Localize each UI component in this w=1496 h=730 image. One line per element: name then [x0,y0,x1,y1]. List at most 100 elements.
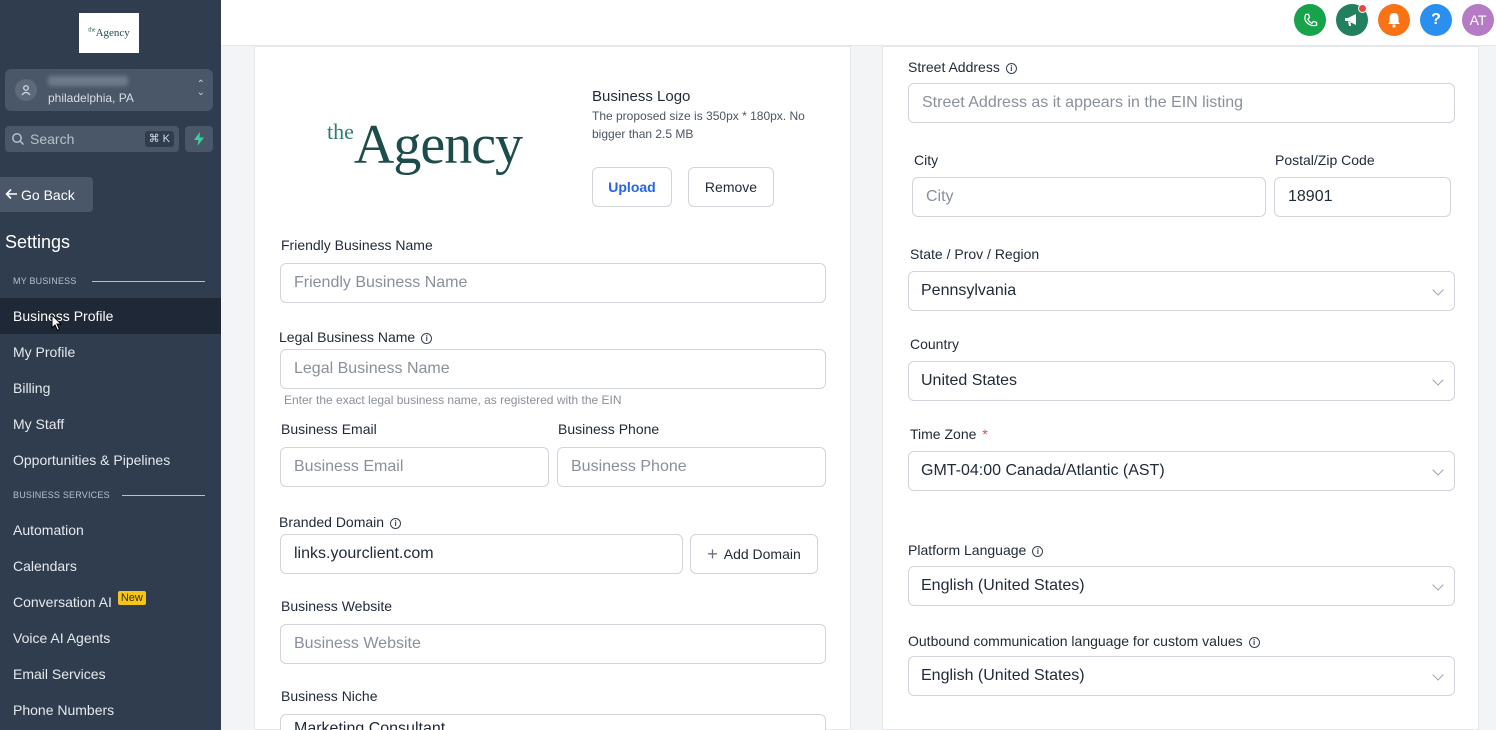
legal-name-label: Legal Business Name i [279,329,433,345]
legal-name-helper: Enter the exact legal business name, as … [284,393,622,407]
country-label: Country [910,336,960,352]
state-value: Pennsylvania [921,282,1017,299]
info-icon: i [1248,637,1260,648]
business-info-card: theAgency Business Logo The proposed siz… [254,46,851,730]
timezone-value: GMT-04:00 Canada/Atlantic (AST) [921,462,1165,479]
search-shortcut: ⌘ K [144,131,174,147]
plus-icon: + [707,544,718,564]
country-select[interactable]: United States [908,361,1455,401]
sidebar-item-billing[interactable]: Billing [0,370,221,406]
sidebar: theAgency philadelphia, PA ⌃ ⌄ Search ⌘ K… [0,0,221,730]
chevron-down-icon [1432,464,1444,476]
phone-icon [1303,13,1317,26]
domain-label: Branded Domain i [279,514,402,530]
remove-button[interactable]: Remove [688,167,774,207]
sidebar-item-calendars[interactable]: Calendars [0,548,221,584]
email-input[interactable]: Business Email [280,447,549,487]
zip-input[interactable]: 18901 [1274,177,1451,217]
divider [92,281,205,282]
phone-input[interactable]: Business Phone [557,447,826,487]
sidebar-item-phone-numbers[interactable]: Phone Numbers [0,692,221,728]
chevron-down-icon [1432,579,1444,591]
state-label: State / Prov / Region [910,246,1040,262]
state-select[interactable]: Pennsylvania [908,271,1455,311]
mouse-cursor [51,313,63,337]
section-my-business: MY BUSINESS [13,276,77,286]
city-input[interactable]: City [912,177,1266,217]
sidebar-item-label: Conversation AI [13,594,112,610]
sidebar-item-business-profile[interactable]: Business Profile [0,298,221,334]
info-icon: i [421,333,433,344]
business-logo-title: Business Logo [592,88,691,105]
street-label: Street Address i [908,59,1017,75]
go-back-button[interactable]: Go Back [0,177,93,212]
website-input[interactable]: Business Website [280,624,826,664]
bell-icon [1388,13,1400,28]
quick-action-button[interactable] [185,126,213,152]
avatar-initials: AT [1469,12,1487,28]
platform-language-select[interactable]: English (United States) [908,566,1455,606]
notifications-button[interactable] [1378,4,1410,36]
divider [122,495,205,496]
address-card: Street Address i Street Address as it app… [882,46,1479,730]
megaphone-icon [1345,14,1356,26]
location-name-redacted [48,76,128,86]
sidebar-item-my-staff[interactable]: My Staff [0,406,221,442]
agency-logo[interactable]: theAgency [79,13,139,53]
go-back-label: Go Back [21,186,75,203]
search-placeholder: Search [30,131,75,147]
main-content: theAgency Business Logo The proposed siz… [51,46,1496,730]
platform-language-value: English (United States) [921,577,1085,594]
friendly-name-label: Friendly Business Name [281,237,433,253]
location-city: philadelphia, PA [48,91,134,105]
phone-button[interactable] [1294,4,1326,36]
business-logo-image: theAgency [327,114,523,176]
timezone-select[interactable]: GMT-04:00 Canada/Atlantic (AST) [908,451,1455,491]
new-badge: New [117,591,146,605]
business-logo-hint: The proposed size is 350px * 180px. No b… [592,109,805,141]
sidebar-item-my-profile[interactable]: My Profile [0,334,221,370]
lightning-icon [194,132,204,146]
sidebar-item-voice-ai-agents[interactable]: Voice AI Agents [0,620,221,656]
website-label: Business Website [281,598,393,614]
section-business-services: BUSINESS SERVICES [13,490,110,500]
arrow-left-icon [5,187,18,203]
upload-button[interactable]: Upload [592,167,672,207]
chevron-down-icon [1432,669,1444,681]
info-icon: i [1005,63,1017,74]
chevron-down-icon [1432,374,1444,386]
platform-language-label: Platform Language i [908,542,1044,558]
phone-label: Business Phone [558,421,660,437]
street-input[interactable]: Street Address as it appears in the EIN … [908,83,1455,123]
help-button[interactable]: ? [1420,4,1452,36]
search-input[interactable]: Search ⌘ K [5,126,179,152]
email-label: Business Email [281,421,377,437]
domain-input[interactable]: links.yourclient.com [280,534,683,574]
add-domain-button[interactable]: + Add Domain [690,534,818,574]
avatar[interactable]: AT [1462,4,1494,36]
info-icon: i [1032,546,1044,557]
legal-name-input[interactable]: Legal Business Name [280,349,826,389]
location-icon [15,79,37,101]
outbound-language-select[interactable]: English (United States) [908,656,1455,696]
search-icon [11,132,25,151]
topbar: ? AT [221,0,1496,46]
info-icon: i [390,518,402,529]
niche-label: Business Niche [281,688,378,704]
help-icon: ? [1431,11,1441,28]
city-label: City [914,152,939,168]
sidebar-item-opportunities[interactable]: Opportunities & Pipelines [0,442,221,478]
niche-select[interactable]: Marketing Consultant [280,714,826,730]
sidebar-item-automation[interactable]: Automation [0,512,221,548]
sidebar-item-conversation-ai[interactable]: Conversation AI New [0,584,221,620]
country-value: United States [921,372,1018,389]
sidebar-item-email-services[interactable]: Email Services [0,656,221,692]
chevron-down-icon [1432,284,1444,296]
announcements-button[interactable] [1336,4,1368,36]
friendly-name-input[interactable]: Friendly Business Name [280,263,826,303]
add-domain-label: Add Domain [723,546,801,562]
outbound-language-value: English (United States) [921,667,1085,684]
location-switcher[interactable]: philadelphia, PA ⌃ ⌄ [5,69,213,111]
timezone-label: Time Zone * [910,426,988,442]
settings-title: Settings [5,232,71,252]
